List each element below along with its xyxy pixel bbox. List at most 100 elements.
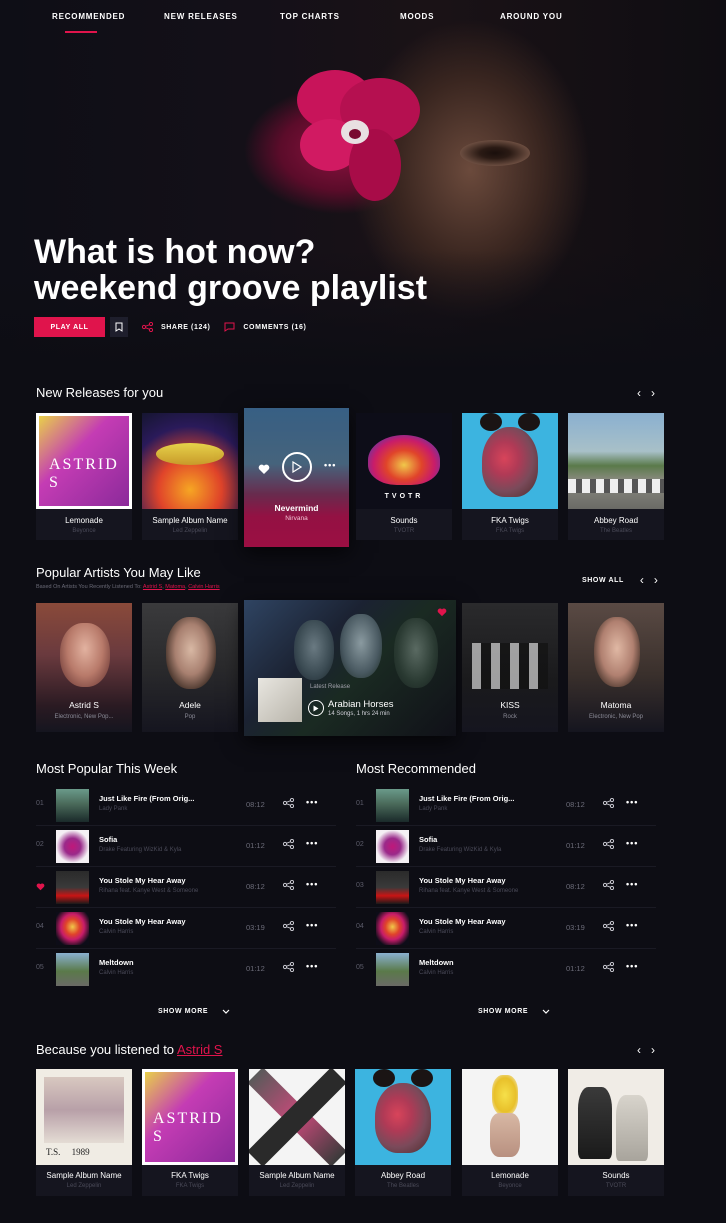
artist-photo <box>594 617 640 687</box>
track-row[interactable]: You Stole My Hear Away Rihana feat. Kany… <box>36 867 336 908</box>
artist-genre: Electronic, New Pop <box>588 714 644 720</box>
share-icon[interactable] <box>603 880 614 890</box>
share-icon[interactable] <box>603 839 614 849</box>
artist-name: Matoma <box>600 700 632 710</box>
play-button[interactable] <box>282 452 312 482</box>
show-more-button[interactable]: SHOW MORE <box>158 1008 230 1015</box>
track-row[interactable]: 01 Just Like Fire (From Orig... Lady Pan… <box>356 785 656 826</box>
more-icon[interactable]: ••• <box>626 838 638 848</box>
share-icon[interactable] <box>603 798 614 808</box>
track-row[interactable]: 01 Just Like Fire (From Orig... Lady Pan… <box>36 785 336 826</box>
track-cover <box>56 830 89 863</box>
artist-link[interactable]: Astrid S <box>143 584 162 590</box>
track-row[interactable]: 04 You Stole My Hear Away Calvin Harris … <box>36 908 336 949</box>
album-card[interactable]: Sample Album Name Led Zeppelin <box>249 1069 345 1196</box>
share-icon[interactable] <box>283 839 294 849</box>
latest-release-tag: Latest Release <box>310 684 351 690</box>
more-icon[interactable]: ••• <box>306 961 318 971</box>
track-artist: Calvin Harris <box>419 929 454 935</box>
because-pager: ‹ › <box>637 1043 655 1057</box>
album-card[interactable]: T.S. 1989 Sample Album Name Led Zeppelin <box>36 1069 132 1196</box>
nav-new-releases[interactable]: NEW RELEASES <box>164 12 238 21</box>
chevron-right-icon[interactable]: › <box>654 573 658 587</box>
track-row[interactable]: 03 You Stole My Hear Away Rihana feat. K… <box>356 867 656 908</box>
bookmark-button[interactable] <box>110 317 128 337</box>
track-row[interactable]: 05 Meltdown Calvin Harris 01:12 ••• <box>356 949 656 990</box>
share-icon[interactable] <box>283 880 294 890</box>
album-card[interactable]: Lemonade Beyonce <box>462 1069 558 1196</box>
album-artist: The Beatles <box>386 1183 420 1189</box>
album-cover <box>142 413 238 509</box>
more-icon[interactable]: ••• <box>306 838 318 848</box>
chevron-left-icon[interactable]: ‹ <box>637 1043 641 1057</box>
track-row[interactable]: 02 Sofia Drake Featuring WizKid & Kyla 0… <box>36 826 336 867</box>
artist-link[interactable]: Calvin Harris <box>188 584 219 590</box>
track-cover <box>376 789 409 822</box>
share-button[interactable]: SHARE (124) <box>142 322 210 332</box>
heart-icon[interactable] <box>36 883 45 891</box>
track-number: 01 <box>36 800 44 807</box>
share-icon[interactable] <box>603 921 614 931</box>
artist-card[interactable]: Astrid S Electronic, New Pop... <box>36 603 132 732</box>
more-icon[interactable]: ••• <box>626 797 638 807</box>
nav-recommended[interactable]: RECOMMENDED <box>52 12 125 21</box>
popular-artists-subtitle: Based On Artists You Recently Listened T… <box>36 584 220 590</box>
album-card[interactable]: FKA Twigs FKA Twigs <box>462 413 558 540</box>
artist-photo <box>60 623 110 687</box>
show-all-button[interactable]: SHOW ALL <box>582 577 624 584</box>
nav-moods[interactable]: MOODS <box>400 12 434 21</box>
more-icon[interactable]: ••• <box>306 797 318 807</box>
nav-top-charts[interactable]: TOP CHARTS <box>280 12 340 21</box>
artist-photo <box>472 643 548 689</box>
album-card[interactable]: TVOTR Sounds TVOTR <box>356 413 452 540</box>
comments-button[interactable]: COMMENTS (16) <box>224 322 306 332</box>
share-icon[interactable] <box>283 798 294 808</box>
featured-artist-card[interactable]: Latest Release Arabian Horses 14 Songs, … <box>244 600 456 736</box>
album-cover: T.S. 1989 <box>36 1069 132 1165</box>
artist-link[interactable]: Matoma <box>165 584 185 590</box>
track-title: Meltdown <box>419 958 454 967</box>
album-card[interactable]: Abbey Road The Beatles <box>568 413 664 540</box>
chevron-right-icon[interactable]: › <box>651 1043 655 1057</box>
artist-card[interactable]: Matoma Electronic, New Pop <box>568 603 664 732</box>
chevron-left-icon[interactable]: ‹ <box>637 386 641 400</box>
track-row[interactable]: 04 You Stole My Hear Away Calvin Harris … <box>356 908 656 949</box>
album-cover <box>568 1069 664 1165</box>
play-all-button[interactable]: PLAY ALL <box>34 317 105 337</box>
chevron-down-icon <box>222 1009 230 1014</box>
heart-icon[interactable] <box>258 464 270 475</box>
more-icon[interactable]: ••• <box>324 460 336 470</box>
artist-link[interactable]: Astrid S <box>177 1042 223 1057</box>
album-card[interactable]: Sample Album Name Led Zeppelin <box>142 413 238 540</box>
chevron-left-icon[interactable]: ‹ <box>640 573 644 587</box>
track-row[interactable]: 05 Meltdown Calvin Harris 01:12 ••• <box>36 949 336 990</box>
release-cover <box>258 678 302 722</box>
more-icon[interactable]: ••• <box>626 920 638 930</box>
album-card[interactable]: ASTRID S Lemonade Beyonce <box>36 413 132 540</box>
share-icon[interactable] <box>603 962 614 972</box>
more-icon[interactable]: ••• <box>306 920 318 930</box>
album-card[interactable]: Abbey Road The Beatles <box>355 1069 451 1196</box>
album-title: Sounds <box>390 516 418 525</box>
more-icon[interactable]: ••• <box>626 879 638 889</box>
track-row[interactable]: 02 Sofia Drake Featuring WizKid & Kyla 0… <box>356 826 656 867</box>
hero-banner <box>0 0 726 370</box>
hero-portrait <box>460 140 530 166</box>
more-icon[interactable]: ••• <box>306 879 318 889</box>
album-card[interactable]: ASTRID S FKA Twigs FKA Twigs <box>142 1069 238 1196</box>
album-cover <box>462 1069 558 1165</box>
album-card[interactable]: Sounds TVOTR <box>568 1069 664 1196</box>
show-more-button[interactable]: SHOW MORE <box>478 1008 550 1015</box>
play-button[interactable] <box>308 700 324 716</box>
more-icon[interactable]: ••• <box>626 961 638 971</box>
nav-around-you[interactable]: AROUND YOU <box>500 12 563 21</box>
featured-album-card[interactable]: ••• Nevermind Nirvana <box>244 408 349 547</box>
artist-card[interactable]: Adele Pop <box>142 603 238 732</box>
album-artist: Led Zeppelin <box>172 528 208 534</box>
artist-card[interactable]: KISS Rock <box>462 603 558 732</box>
track-title: Just Like Fire (From Orig... <box>419 794 515 803</box>
heart-icon[interactable] <box>437 608 447 617</box>
chevron-right-icon[interactable]: › <box>651 386 655 400</box>
share-icon[interactable] <box>283 921 294 931</box>
share-icon[interactable] <box>283 962 294 972</box>
